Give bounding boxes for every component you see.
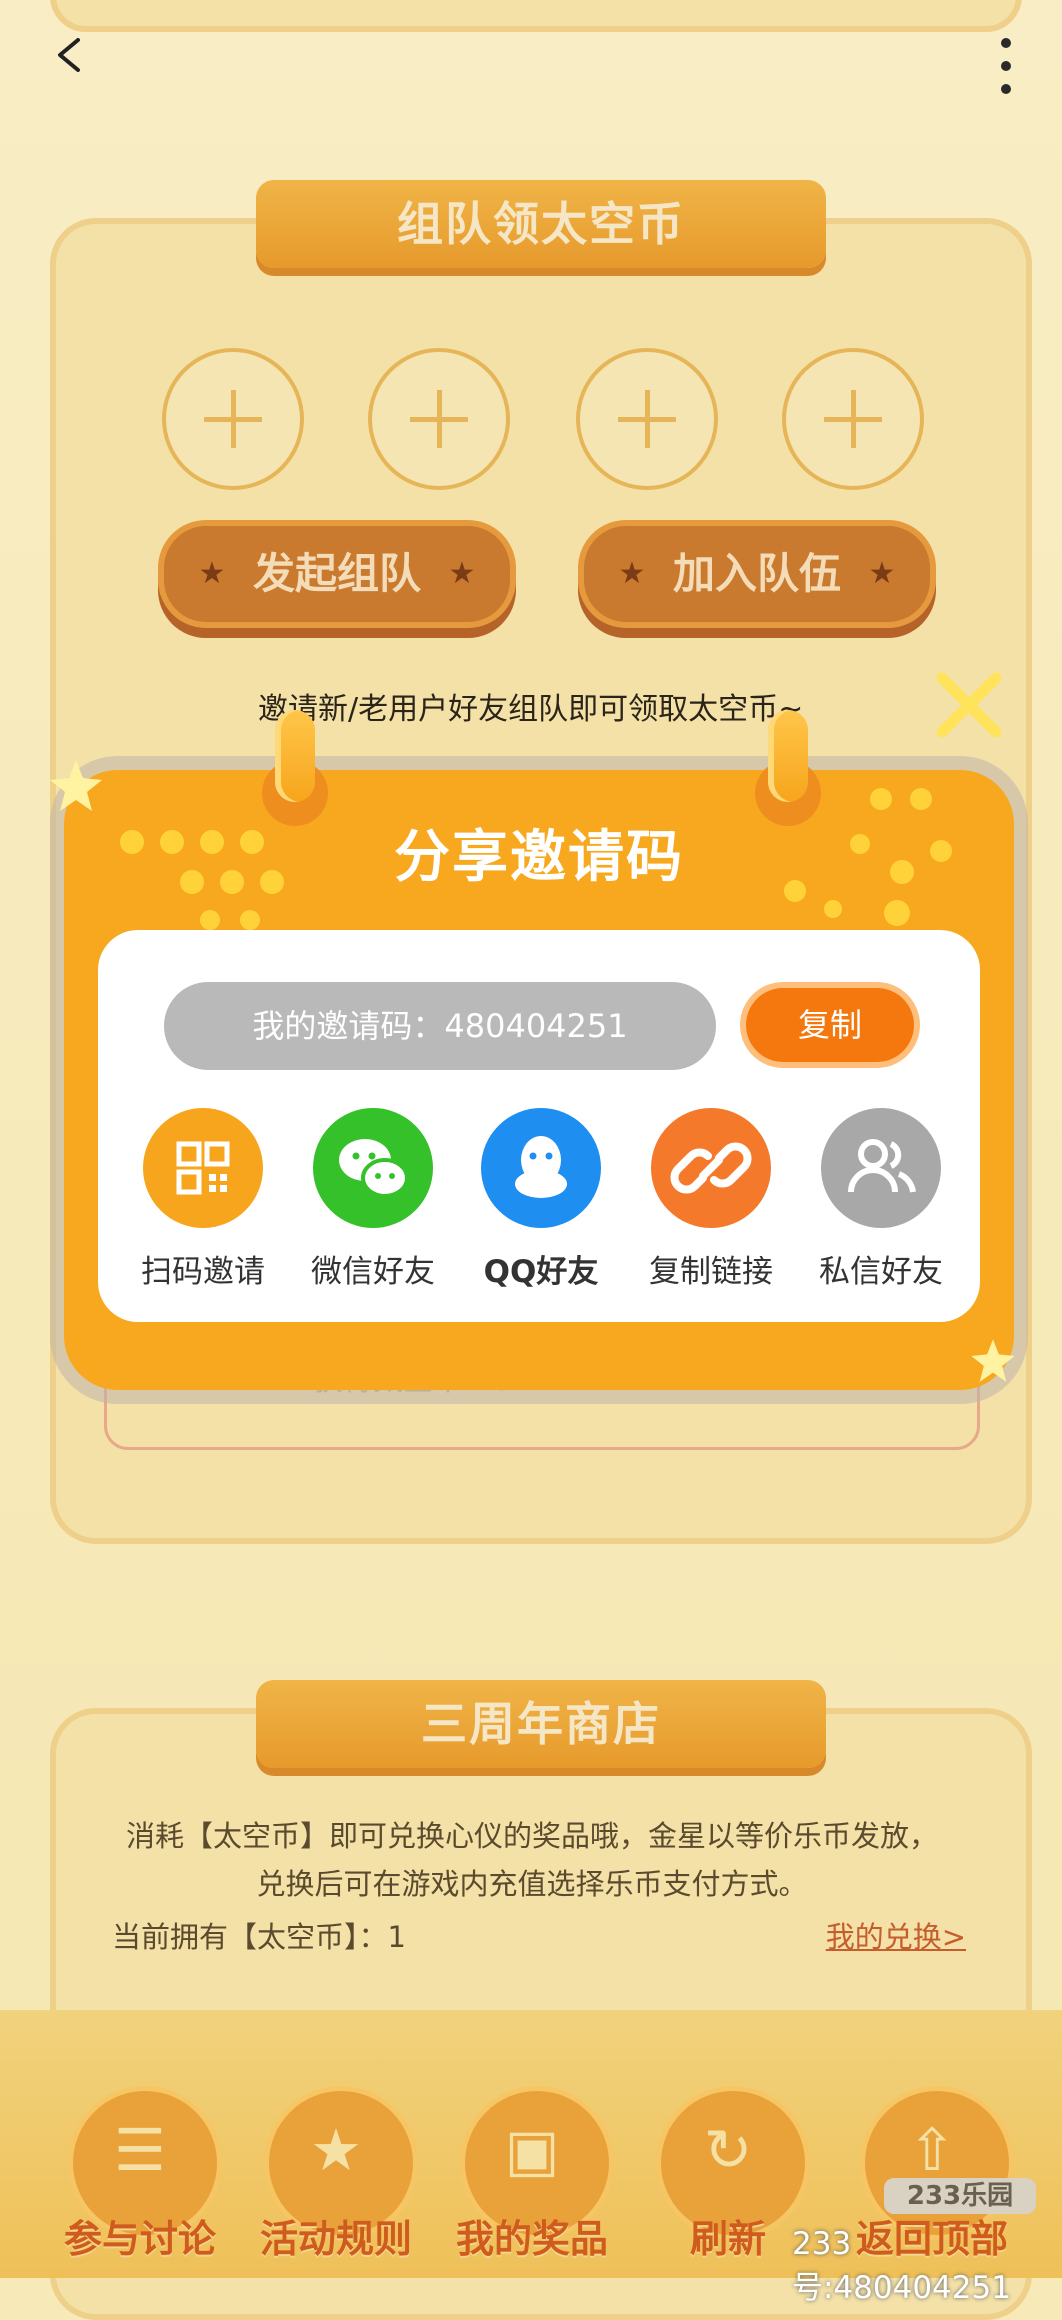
invite-modal: 分享邀请码 我的邀请码：480404251 复制 扫码邀请 微信好友 QQ好友 … [64,770,1014,1390]
nav-label: 我的奖品 [455,2217,608,2261]
chat-icon: ☰ [114,2116,166,2184]
shop-description-line-1: 消耗【太空币】即可兑换心仪的奖品哦，金星以等价乐币发放， [125,1819,938,1853]
invite-hint: 邀请新/老用户好友组队即可领取太空币~ [258,692,804,727]
qr-code-icon [143,1108,263,1228]
share-scan-qr[interactable]: 扫码邀请 [128,1108,278,1291]
share-label: 复制链接 [649,1254,773,1290]
share-label: 微信好友 [311,1254,435,1290]
start-team-button[interactable]: ★ 发起组队 ★ [158,520,516,628]
sparkle-star-icon [50,760,102,811]
start-team-label: 发起组队 [252,549,421,598]
arrow-up-icon: ⇧ [907,2116,957,2184]
team-slot-1-add-icon[interactable] [162,348,304,490]
join-team-label: 加入队伍 [672,549,841,598]
invite-panel: 我的邀请码：480404251 复制 扫码邀请 微信好友 QQ好友 复制链接 私… [98,930,980,1322]
share-copy-link[interactable]: 复制链接 [636,1108,786,1291]
watermark-logo: 233乐园 [884,2178,1036,2214]
modal-title: 分享邀请码 [394,825,684,890]
team-slot-3-add-icon[interactable] [576,348,718,490]
star-icon: ★ [868,556,896,591]
share-private-message[interactable]: 私信好友 [806,1108,956,1291]
refresh-icon: ↻ [703,2116,753,2184]
nav-label: 活动规则 [259,2217,412,2261]
nav-label: 参与讨论 [63,2217,216,2261]
star-icon: ★ [198,556,226,591]
coin-balance-label: 当前拥有【太空币】：1 [112,1920,406,1954]
back-arrow-icon[interactable] [52,38,86,72]
share-label: 私信好友 [819,1254,943,1290]
share-label: QQ好友 [483,1254,599,1290]
share-qq[interactable]: QQ好友 [466,1108,616,1291]
binder-pin-right [768,710,808,802]
gift-icon: ▣ [504,2116,560,2184]
wechat-icon [313,1108,433,1228]
share-wechat[interactable]: 微信好友 [298,1108,448,1291]
qq-icon [481,1108,601,1228]
team-slot-2-add-icon[interactable] [368,348,510,490]
my-exchange-link[interactable]: 我的兑换> [826,1914,966,1956]
star-icon: ★ [448,556,476,591]
nav-refresh[interactable]: ↻ 刷新 [648,2086,810,2261]
star-icon: ★ [310,2116,362,2184]
shop-section-title: 三周年商店 [256,1680,826,1768]
team-slot-4-add-icon[interactable] [782,348,924,490]
team-section-title: 组队领太空币 [256,180,826,268]
users-icon [821,1108,941,1228]
nav-label: 刷新 [689,2217,766,2261]
more-options-icon[interactable] [998,38,1014,94]
close-icon[interactable] [932,668,1006,742]
invite-code-field: 我的邀请码：480404251 [164,982,716,1070]
coin-balance-row: 当前拥有【太空币】：1 我的兑换> [96,1900,966,1970]
nav-my-prizes[interactable]: ▣ 我的奖品 [452,2086,614,2261]
previous-card [50,0,1022,32]
copy-code-button[interactable]: 复制 [746,988,914,1062]
watermark-text: 233号:480404251 [792,2226,1011,2306]
link-icon [651,1108,771,1228]
star-icon: ★ [618,556,646,591]
nav-activity-rules[interactable]: ★ 活动规则 [256,2086,418,2261]
sparkle-star-icon [971,1339,1015,1382]
binder-pin-left [275,710,315,802]
nav-discussion[interactable]: ☰ 参与讨论 [60,2086,222,2261]
share-label: 扫码邀请 [141,1254,265,1290]
join-team-button[interactable]: ★ 加入队伍 ★ [578,520,936,628]
